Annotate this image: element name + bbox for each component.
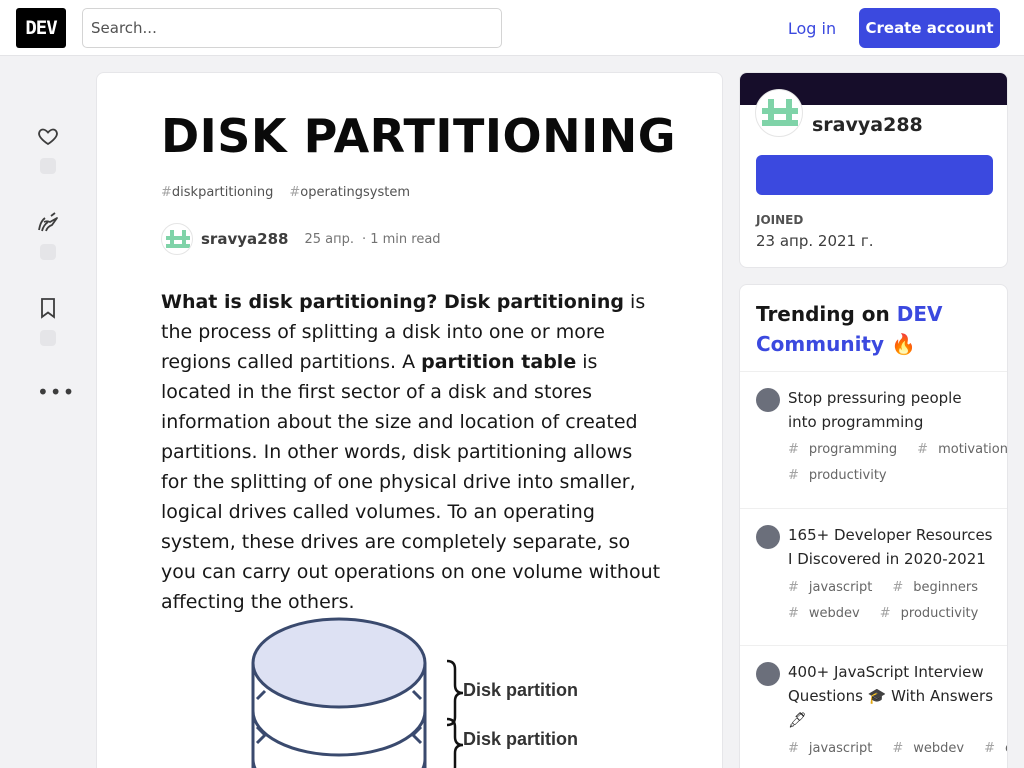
tag-link[interactable]: # productivity [788,468,897,483]
tag-link[interactable]: # motivation [917,442,1007,457]
reaction-unicorn[interactable] [28,210,68,260]
publish-date: 25 апр. [304,231,354,247]
tag-link[interactable]: # javascript [788,580,882,595]
bookmark-icon [41,298,55,319]
heart-icon [38,128,58,146]
figure-label: Disk partition [463,729,579,749]
article-tags: #diskpartitioning #operatingsystem [161,185,410,200]
reaction-heart[interactable] [28,124,68,174]
tag-link[interactable]: #career [984,741,1007,756]
trending-card: Trending on DEV Community 🔥 Stop pressur… [739,284,1008,768]
tag-link[interactable]: #diskpartitioning [161,185,273,200]
trending-tags: # javascript # beginners # webdev # productivit… [788,575,998,627]
author-row: sravya288 25 апр. · 1 min read [161,223,441,255]
figure-label: Disk partition [463,680,579,700]
unicorn-icon [38,212,58,232]
login-link[interactable]: Log in [778,8,846,48]
trending-tags: # programming # motivation # productivity [788,437,1007,489]
profile-avatar[interactable] [755,89,803,137]
trending-item[interactable]: Stop pressuring people into programming … [740,371,1007,508]
trending-item[interactable]: 165+ Developer Resources I Discovered in… [740,508,1007,645]
search-input[interactable] [82,8,502,48]
author-avatar [756,388,780,412]
fire-icon: 🔥 [891,332,916,356]
tag-link[interactable]: # beginners [892,580,988,595]
tag-link[interactable]: # programming [788,442,907,457]
article-card: DISK PARTITIONING #diskpartitioning #ope… [96,72,723,768]
trending-title[interactable]: 165+ Developer Resources I Discovered in… [788,523,994,571]
body-bold: partition table [421,351,577,373]
unicorn-count [40,244,56,260]
author-name[interactable]: sravya288 [201,230,288,248]
read-time: · 1 min read [361,231,441,247]
trending-title[interactable]: Stop pressuring people into programming [788,386,994,434]
author-avatar [756,525,780,549]
reaction-bookmark[interactable] [28,296,68,346]
article-body: What is disk partitioning? Disk partitio… [161,287,661,617]
top-header: DEV Log in Create account [0,0,1024,56]
more-options-icon[interactable]: ••• [37,382,75,402]
tag-link[interactable]: # productivity [880,606,989,621]
heart-count [40,158,56,174]
joined-label: JOINED [756,213,804,227]
trending-title[interactable]: 400+ JavaScript Interview Questions 🎓 Wi… [788,660,994,732]
tag-link[interactable]: # javascript [788,741,882,756]
body-text: is located in the first sector of a disk… [161,351,661,613]
author-profile-card: sravya288 JOINED 23 апр. 2021 г. [739,72,1008,268]
dev-logo[interactable]: DEV [16,8,66,48]
author-avatar[interactable] [161,223,193,255]
disk-diagram: Disk partition Disk partition [247,613,607,768]
trending-tags: #javascript #webdev #career [788,736,1007,762]
profile-name[interactable]: sravya288 [812,114,923,136]
author-avatar [756,662,780,686]
follow-button[interactable] [756,155,993,195]
create-account-button[interactable]: Create account [859,8,1000,48]
body-bold-lead: What is disk partitioning? Disk partitio… [161,291,624,313]
trending-item[interactable]: 400+ JavaScript Interview Questions 🎓 Wi… [740,645,1007,768]
bookmark-count [40,330,56,346]
tag-link[interactable]: # webdev [892,741,974,756]
article-title: DISK PARTITIONING [161,109,676,163]
trending-heading: Trending on DEV Community 🔥 [756,302,943,356]
tag-link[interactable]: # webdev [788,606,870,621]
joined-date: 23 апр. 2021 г. [756,232,874,250]
tag-link[interactable]: #operatingsystem [289,185,410,200]
